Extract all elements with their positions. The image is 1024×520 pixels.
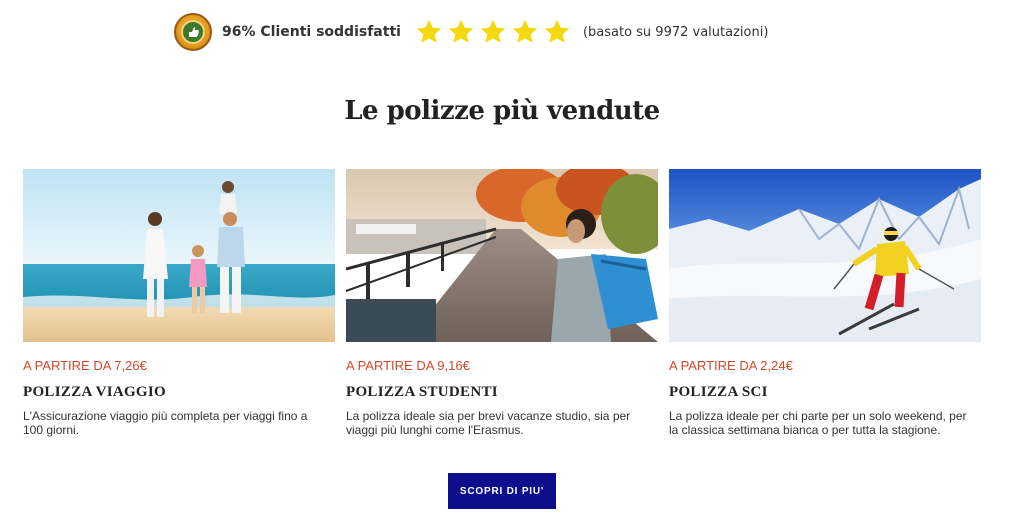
card-description: La polizza ideale sia per brevi vacanze … <box>346 409 631 437</box>
star-icon <box>480 19 506 43</box>
card-price: A PARTIRE DA 2,24€ <box>669 358 793 373</box>
card-price: A PARTIRE DA 7,26€ <box>23 358 147 373</box>
satisfaction-text: 96% Clienti soddisfatti <box>222 24 401 40</box>
star-icon <box>512 19 538 43</box>
card-price: A PARTIRE DA 9,16€ <box>346 358 470 373</box>
beach-family-image[interactable] <box>23 169 335 342</box>
product-card-studenti[interactable]: A PARTIRE DA 9,16€ POLIZZA STUDENTI La p… <box>346 169 658 437</box>
discover-more-button[interactable]: SCOPRI DI PIU' <box>448 473 556 509</box>
rating-count-text: (basato su 9972 valutazioni) <box>582 24 769 40</box>
section-title: Le polizze più vendute <box>344 96 660 126</box>
rating-stars <box>415 18 571 46</box>
card-description: La polizza ideale per chi parte per un s… <box>669 409 967 437</box>
product-card-viaggio[interactable]: A PARTIRE DA 7,26€ POLIZZA VIAGGIO L'Ass… <box>23 169 335 437</box>
award-badge-icon <box>174 13 212 51</box>
star-icon <box>416 19 442 43</box>
card-title[interactable]: POLIZZA VIAGGIO <box>23 384 335 401</box>
card-title[interactable]: POLIZZA STUDENTI <box>346 384 658 401</box>
card-title[interactable]: POLIZZA SCI <box>669 384 981 401</box>
card-description: L'Assicurazione viaggio più completa per… <box>23 409 308 437</box>
rating-bar: 96% Clienti soddisfatti (basato su 9972 … <box>174 12 768 52</box>
student-image[interactable] <box>346 169 658 342</box>
product-card-sci[interactable]: A PARTIRE DA 2,24€ POLIZZA SCI La polizz… <box>669 169 981 437</box>
star-icon <box>544 19 570 43</box>
skier-image[interactable] <box>669 169 981 342</box>
star-icon <box>448 19 474 43</box>
